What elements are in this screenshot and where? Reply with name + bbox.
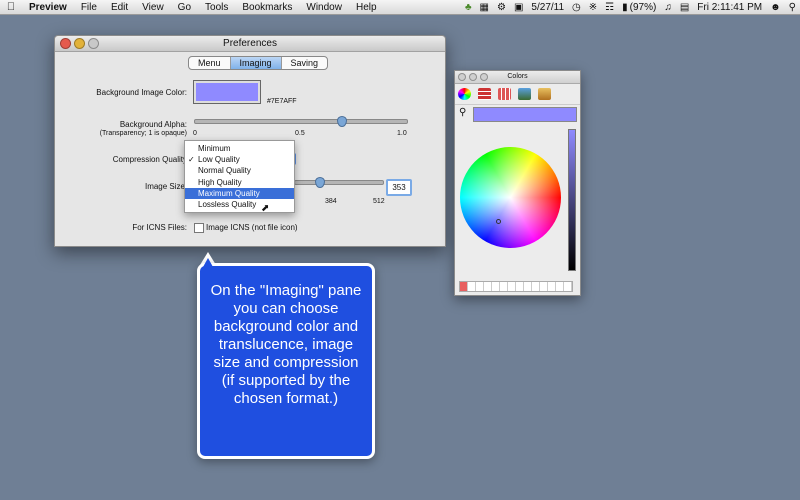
bluetooth-icon[interactable]: ※ — [589, 2, 597, 13]
image-size-label: Image Size — [144, 182, 185, 191]
user-icon[interactable]: ☻ — [770, 2, 781, 13]
menu-go[interactable]: Go — [171, 2, 198, 13]
spotlight-icon[interactable]: ⚲ — [789, 2, 796, 13]
option-low-quality[interactable]: ✓ Low Quality — [185, 154, 294, 165]
magnifier-icon[interactable]: ⚲ — [459, 107, 466, 118]
status-tools-icon[interactable]: ⚙ — [497, 2, 506, 13]
icns-checkbox[interactable] — [194, 223, 204, 233]
option-lossless-quality[interactable]: Lossless Quality — [185, 199, 294, 210]
alpha-label: Background Alpha: — [119, 120, 187, 129]
tab-saving[interactable]: Saving — [282, 57, 328, 69]
swatch-current[interactable] — [460, 282, 467, 291]
alpha-sublabel: (Transparency; 1 is opaque) — [99, 130, 187, 137]
bg-color-well[interactable] — [193, 80, 261, 104]
menu-file[interactable]: File — [74, 2, 104, 13]
callout-text: On the "Imaging" pane you can choose bac… — [210, 282, 362, 407]
pane-tabs: Menu Imaging Saving — [188, 56, 329, 70]
preferences-titlebar[interactable]: Preferences — [55, 36, 445, 52]
menu-help[interactable]: Help — [349, 2, 384, 13]
menu-edit[interactable]: Edit — [104, 2, 135, 13]
menu-window[interactable]: Window — [299, 2, 349, 13]
color-wheel-picker[interactable] — [496, 219, 501, 224]
alpha-slider[interactable] — [194, 119, 408, 124]
alpha-tick-1: 1.0 — [397, 130, 407, 137]
colors-close-button[interactable] — [458, 73, 466, 81]
alpha-tick-0: 0 — [193, 130, 197, 137]
color-palettes-mode-icon[interactable] — [498, 88, 511, 100]
bg-color-swatch — [196, 83, 258, 101]
tab-imaging[interactable]: Imaging — [230, 57, 282, 69]
wifi-icon[interactable]: ☶ — [605, 2, 614, 13]
bg-color-label: Background Image Color: — [96, 88, 187, 97]
status-date[interactable]: 5/27/11 — [531, 2, 564, 13]
crayons-mode-icon[interactable] — [538, 88, 551, 100]
color-wheel[interactable] — [460, 147, 561, 248]
colors-panel: Colors ⚲ — [454, 70, 581, 296]
tab-menu[interactable]: Menu — [189, 57, 231, 69]
current-color-bar[interactable] — [473, 107, 577, 122]
checkmark-icon: ✓ — [188, 155, 195, 165]
status-display-icon[interactable]: ▣ — [514, 2, 523, 13]
callout-tail-inner — [203, 258, 213, 267]
status-doc-icon[interactable]: ▦ — [480, 2, 489, 13]
menu-bookmarks[interactable]: Bookmarks — [235, 2, 299, 13]
option-maximum-quality[interactable]: Maximum Quality — [185, 187, 294, 199]
image-palettes-mode-icon[interactable] — [518, 88, 531, 100]
zoom-button[interactable] — [88, 38, 99, 49]
image-size-field[interactable]: 353 — [386, 179, 412, 196]
status-area: ♣ ▦ ⚙ ▣ 5/27/11 ◷ ※ ☶ ▮ (97%) ♫ ▤ Fri 2:1… — [457, 0, 796, 14]
alpha-tick-05: 0.5 — [295, 130, 305, 137]
colors-titlebar[interactable]: Colors — [455, 71, 580, 84]
minimize-button[interactable] — [74, 38, 85, 49]
color-sliders-mode-icon[interactable] — [478, 88, 491, 100]
battery-percent: (97%) — [629, 1, 657, 13]
colors-toolbar — [455, 84, 580, 105]
color-swatches[interactable] — [459, 281, 573, 292]
clock[interactable]: Fri 2:11:41 PM — [697, 2, 762, 13]
close-button[interactable] — [60, 38, 71, 49]
status-app-icon[interactable]: ♣ — [465, 2, 472, 13]
info-callout: On the "Imaging" pane you can choose bac… — [197, 263, 375, 459]
menu-view[interactable]: View — [135, 2, 171, 13]
battery-icon[interactable]: ▮ (97%) — [622, 2, 656, 13]
colors-zoom-button[interactable] — [480, 73, 488, 81]
colors-minimize-button[interactable] — [469, 73, 477, 81]
image-size-slider[interactable] — [294, 180, 384, 185]
compression-dropdown: Minimum ✓ Low Quality Normal Quality High… — [184, 140, 295, 214]
menu-bar:  Preview File Edit View Go Tools Bookma… — [0, 0, 800, 15]
bg-color-hex: #7E7AFF — [267, 98, 297, 105]
size-tick-512: 512 — [373, 198, 385, 205]
colors-title: Colors — [507, 73, 528, 80]
mouse-pointer-icon: ⬈ — [261, 203, 270, 214]
window-title: Preferences — [223, 38, 277, 49]
menu-app[interactable]: Preview — [22, 2, 74, 13]
keyboard-flag-icon[interactable]: ▤ — [680, 2, 689, 13]
apple-icon[interactable]:  — [0, 1, 22, 13]
size-tick-384: 384 — [325, 198, 337, 205]
icns-label: For ICNS Files: — [132, 223, 187, 232]
option-normal-quality[interactable]: Normal Quality — [185, 165, 294, 176]
menu-tools[interactable]: Tools — [198, 2, 235, 13]
brightness-slider[interactable] — [568, 129, 576, 271]
compression-label: Compression Quality — [112, 155, 187, 164]
alpha-slider-knob[interactable] — [337, 116, 347, 127]
color-wheel-mode-icon[interactable] — [458, 88, 471, 100]
option-minimum[interactable]: Minimum — [185, 143, 294, 154]
image-size-slider-knob[interactable] — [315, 177, 325, 188]
time-machine-icon[interactable]: ◷ — [572, 2, 581, 13]
volume-icon[interactable]: ♫ — [664, 2, 672, 13]
color-search-row: ⚲ — [459, 107, 577, 122]
option-high-quality[interactable]: High Quality — [185, 177, 294, 188]
icns-checkbox-label[interactable]: Image ICNS (not file icon) — [206, 223, 298, 232]
